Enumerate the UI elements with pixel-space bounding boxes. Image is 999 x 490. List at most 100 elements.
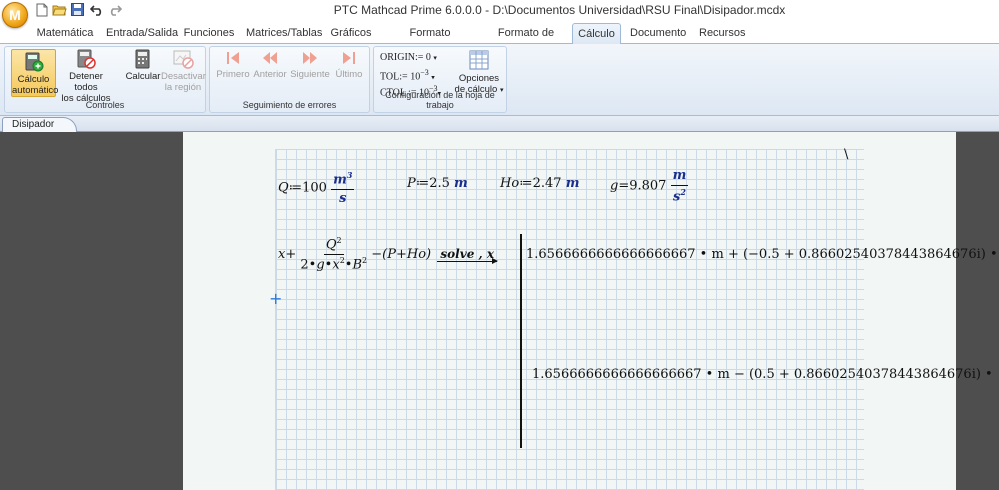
ho-value: 2.47: [532, 176, 562, 191]
group-seguimiento-errores: Primero Anterior Siguiente Último Seguim…: [209, 46, 370, 113]
tol-exponent: −3: [420, 68, 429, 77]
chevron-down-icon: ▾: [431, 73, 435, 82]
q-unit-num: m: [333, 172, 347, 188]
stop-all-button[interactable]: Detener todos los cálculos: [57, 49, 115, 104]
tol-value: 10: [410, 71, 421, 83]
calculator-stop-icon: [77, 49, 96, 69]
group-label-controles: Controles: [85, 100, 125, 110]
tab-matrices-tablas[interactable]: Matrices/Tablas: [246, 23, 322, 44]
eq-fraction: Q2 2•g•x2•B2: [300, 236, 368, 273]
solve-keyword: solve , x: [437, 246, 499, 264]
group-label-errores: Seguimiento de errores: [242, 100, 337, 110]
worksheet-page[interactable]: \ Q≔100 m3 s P≔2.5 m Ho≔2.47 m g=9.807 ms…: [183, 132, 998, 490]
primero-button[interactable]: Primero: [214, 49, 252, 80]
document-tab-disipador[interactable]: Disipador: [2, 117, 78, 132]
region-g-definition[interactable]: g=9.807 m s2: [610, 168, 689, 204]
eq-den-b: B: [352, 257, 363, 273]
q-assign: ≔: [288, 180, 303, 196]
solve-result-2[interactable]: 1.6566666666666666667 • m − (0.5 + 0.866…: [532, 367, 993, 382]
eq-den-x: x: [332, 257, 340, 273]
ho-assign: ≔: [519, 176, 533, 191]
eq-num-exp: 2: [336, 236, 342, 245]
q-unit-den: s: [339, 191, 347, 207]
chevron-down-icon: ▾: [433, 54, 437, 62]
tol-setting[interactable]: TOL:= 10−3 ▾: [380, 68, 435, 82]
tab-entrada-salida[interactable]: Entrada/Salida: [106, 23, 178, 44]
eq-den-b-exp: 2: [362, 256, 368, 266]
p-unit: m: [454, 176, 468, 191]
auto-calc-label-1: Cálculo: [17, 74, 50, 85]
siguiente-button[interactable]: Siguiente: [290, 49, 330, 80]
worksheet-area: \ Q≔100 m3 s P≔2.5 m Ho≔2.47 m g=9.807 ms…: [0, 132, 999, 490]
mathcad-logo-icon[interactable]: M: [2, 2, 28, 28]
origin-setting[interactable]: ORIGIN:= 0 ▾: [380, 52, 437, 63]
siguiente-label: Siguiente: [290, 69, 330, 80]
group-controles: Cálculo automático Detener todos los cál…: [4, 46, 206, 113]
region-solve-equation[interactable]: x + Q2 2•g•x2•B2 −(P+Ho) solve , x: [278, 236, 499, 273]
crosshair-cursor-icon: +: [269, 289, 283, 308]
tab-recursos[interactable]: Recursos: [699, 23, 745, 44]
eq-num: Q: [325, 237, 337, 253]
auto-calc-button[interactable]: Cálculo automático: [11, 49, 59, 97]
corner-mark: \: [844, 147, 849, 162]
q-name: Q: [278, 180, 289, 196]
anterior-button[interactable]: Anterior: [251, 49, 289, 80]
tab-funciones[interactable]: Funciones: [183, 23, 235, 44]
q-unit-exp: 3: [346, 170, 353, 180]
desactivar-label-2: la región: [164, 82, 202, 93]
g-unit-num: m: [670, 168, 689, 186]
worksheet-grid[interactable]: [275, 149, 864, 490]
auto-calc-label-2: automático: [12, 85, 59, 96]
eq-den-x-exp: 2: [339, 256, 345, 266]
calcular-label: Calcular: [125, 71, 161, 82]
next-icon: [303, 52, 317, 64]
group-configuracion: ORIGIN:= 0 ▾ TOL:= 10−3 ▾ CTOL := 10−3▾ …: [373, 46, 507, 113]
document-tab-bar: Disipador: [0, 116, 999, 132]
disable-region-icon: [173, 50, 194, 69]
first-icon: [227, 52, 239, 64]
origin-value: 0: [425, 52, 431, 63]
origin-label: ORIGIN:=: [380, 52, 424, 63]
calcular-button[interactable]: Calcular: [123, 49, 163, 82]
tab-documento[interactable]: Documento: [630, 23, 686, 44]
ribbon-tabs: Matemática Entrada/Salida Funciones Matr…: [0, 20, 999, 59]
tol-label: TOL:=: [380, 71, 408, 83]
region-q-definition[interactable]: Q≔100 m3 s: [278, 170, 355, 207]
region-p-definition[interactable]: P≔2.5 m: [407, 176, 468, 191]
calculator-icon: [135, 49, 150, 69]
p-name: P: [407, 176, 416, 191]
previous-icon: [263, 52, 277, 64]
tab-matematica[interactable]: Matemática: [36, 23, 94, 44]
eq-den-g: g: [316, 257, 325, 273]
eq-minus-part: −(P+Ho): [371, 246, 432, 262]
ultimo-label: Último: [335, 69, 363, 80]
group-label-config: Configuración de la hoja de trabajo: [385, 90, 495, 110]
p-value: 2.5: [429, 176, 450, 191]
region-ho-definition[interactable]: Ho≔2.47 m: [500, 176, 579, 191]
tab-formato-texto[interactable]: Formato de texto: [487, 23, 565, 59]
tab-calculo[interactable]: Cálculo: [572, 23, 621, 44]
solve-keyword-label: solve , x: [440, 246, 495, 261]
g-value: 9.807: [629, 178, 667, 194]
q-unit: m3 s: [331, 170, 355, 207]
g-assign: =: [618, 178, 630, 194]
g-unit-den-exp: 2: [680, 187, 686, 197]
anterior-label: Anterior: [253, 69, 287, 80]
last-icon: [343, 52, 355, 64]
q-value: 100: [302, 180, 327, 196]
worksheet-options-icon: [469, 50, 489, 70]
desactivar-region-button[interactable]: Desactivar la región: [161, 49, 206, 93]
stop-all-label-1: Detener todos: [69, 71, 103, 93]
tab-graficos[interactable]: Gráficos: [328, 23, 374, 44]
solve-result-1[interactable]: 1.6566666666666666667 • m + (−0.5 + 0.86…: [526, 247, 998, 262]
tab-formato-matematico[interactable]: Formato matemático: [385, 23, 475, 59]
ultimo-button[interactable]: Último: [331, 49, 367, 80]
matrix-bracket: [520, 234, 522, 448]
opciones-calculo-button[interactable]: Opciones de cálculo ▾: [454, 49, 504, 96]
eq-den-2: 2: [300, 257, 309, 273]
p-assign: ≔: [415, 176, 430, 191]
ho-unit: m: [565, 176, 580, 191]
ribbon-panel: Cálculo automático Detener todos los cál…: [0, 44, 999, 116]
arrow-right-icon: [437, 257, 499, 264]
calculator-auto-icon: [25, 52, 43, 72]
